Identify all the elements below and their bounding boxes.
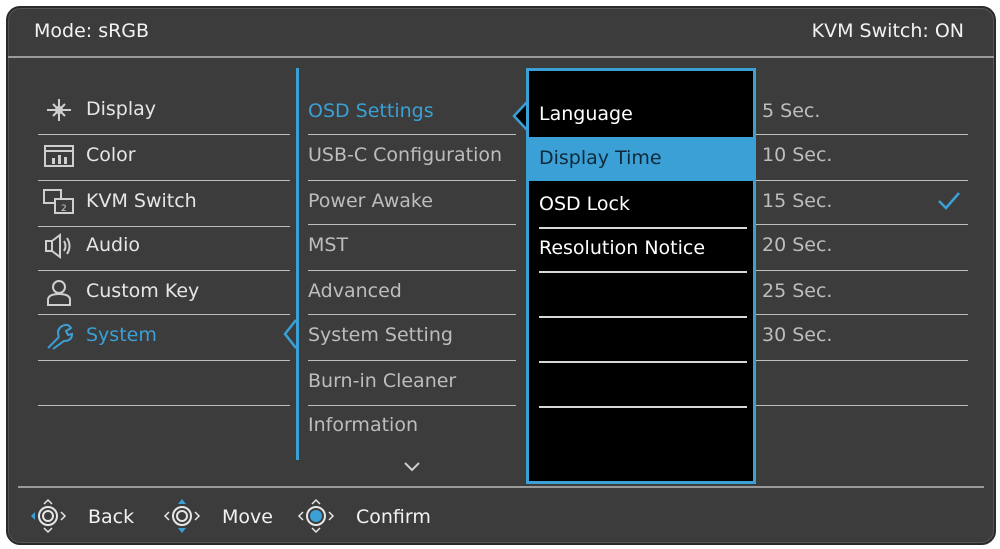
confirm-label: Confirm (356, 506, 431, 528)
submenu-item-label: MST (308, 234, 349, 256)
panel-item-label: Language (539, 103, 633, 125)
option-20-sec[interactable]: 20 Sec. (756, 224, 968, 268)
joystick-left-icon (31, 498, 67, 534)
kvm-icon: 2 (43, 189, 74, 214)
option-25-sec[interactable]: 25 Sec. (756, 270, 968, 314)
submenu-item-label: Burn-in Cleaner (308, 370, 457, 392)
submenu-item-label: USB-C Configuration (308, 144, 503, 166)
submenu-item-mst[interactable]: MST (308, 224, 516, 268)
option-30-sec[interactable]: 30 Sec. (756, 314, 968, 358)
menu-item-system[interactable]: System (38, 314, 290, 358)
submenu-item-burn-in-cleaner[interactable]: Burn-in Cleaner (308, 360, 516, 404)
move-label: Move (222, 506, 273, 528)
divider (539, 271, 747, 273)
submenu-item-label: Power Awake (308, 190, 433, 212)
divider (539, 316, 747, 318)
menu-item-display[interactable]: Display (38, 88, 290, 132)
menu-item-label: KVM Switch (86, 190, 197, 212)
submenu-item-label: System Setting (308, 324, 453, 346)
confirm-hint[interactable]: Confirm (294, 494, 454, 538)
menu-item-label: Custom Key (86, 280, 200, 302)
top-divider (8, 56, 994, 58)
option-5-sec[interactable]: 5 Sec. (756, 90, 968, 134)
joystick-updown-icon (163, 499, 201, 533)
option-label: 25 Sec. (762, 280, 833, 302)
chevron-down-icon[interactable] (402, 460, 422, 474)
menu-item-kvm-switch[interactable]: 2 KVM Switch (38, 180, 290, 224)
display-icon (47, 99, 71, 121)
menu-item-label: Display (86, 98, 157, 120)
svg-text:2: 2 (61, 204, 67, 214)
panel-item-resolution-notice[interactable]: Resolution Notice (529, 227, 753, 271)
mode-indicator: Mode: sRGB (34, 20, 150, 42)
divider (756, 405, 968, 406)
joystick-press-icon (297, 498, 335, 534)
kvm-indicator: KVM Switch: ON (811, 20, 964, 42)
panel-item-osd-lock[interactable]: OSD Lock (529, 183, 753, 227)
person-icon (47, 280, 71, 306)
checkmark-icon (938, 192, 960, 210)
option-label: 15 Sec. (762, 190, 833, 212)
audio-icon (45, 233, 71, 259)
option-label: 10 Sec. (762, 144, 833, 166)
option-15-sec[interactable]: 15 Sec. (756, 180, 968, 224)
divider (38, 360, 290, 361)
divider (38, 405, 290, 406)
color-icon (44, 145, 74, 167)
panel-item-display-time[interactable]: Display Time (529, 137, 753, 181)
option-label: 5 Sec. (762, 100, 821, 122)
menu-item-label: Color (86, 144, 136, 166)
submenu-item-usb-c-configuration[interactable]: USB-C Configuration (308, 134, 516, 178)
osd-settings-panel: Language Display Time OSD Lock Resolutio… (526, 68, 756, 484)
chevron-left-icon (283, 319, 297, 349)
panel-item-label: OSD Lock (539, 193, 631, 215)
option-10-sec[interactable]: 10 Sec. (756, 134, 968, 178)
panel-item-language[interactable]: Language (529, 93, 753, 137)
back-label: Back (88, 506, 135, 528)
submenu-item-information[interactable]: Information (308, 404, 516, 448)
submenu-item-label: Advanced (308, 280, 402, 302)
menu-item-color[interactable]: Color (38, 134, 290, 178)
menu-item-label: System (86, 324, 157, 346)
move-hint[interactable]: Move (160, 494, 280, 538)
submenu-item-label: Information (308, 414, 418, 436)
submenu-item-power-awake[interactable]: Power Awake (308, 180, 516, 224)
panel-item-label: Display Time (539, 147, 662, 169)
menu-item-audio[interactable]: Audio (38, 224, 290, 268)
submenu-item-advanced[interactable]: Advanced (308, 270, 516, 314)
menu-item-label: Audio (86, 234, 141, 256)
status-bar: Mode: sRGB KVM Switch: ON (8, 8, 994, 56)
panel-item-label: Resolution Notice (539, 237, 706, 259)
submenu-item-label: OSD Settings (308, 100, 434, 122)
submenu-item-osd-settings[interactable]: OSD Settings (308, 90, 516, 134)
divider (539, 361, 747, 363)
bottom-divider (18, 486, 984, 488)
divider (756, 360, 968, 361)
option-label: 20 Sec. (762, 234, 833, 256)
menu-item-custom-key[interactable]: Custom Key (38, 270, 290, 314)
osd-window: Mode: sRGB KVM Switch: ON Display Color … (6, 6, 996, 545)
option-label: 30 Sec. (762, 324, 833, 346)
submenu-item-system-setting[interactable]: System Setting (308, 314, 516, 358)
divider (539, 406, 747, 408)
wrench-icon (47, 323, 74, 350)
submenu-indicator-bar (296, 68, 299, 460)
back-hint[interactable]: Back (26, 494, 146, 538)
